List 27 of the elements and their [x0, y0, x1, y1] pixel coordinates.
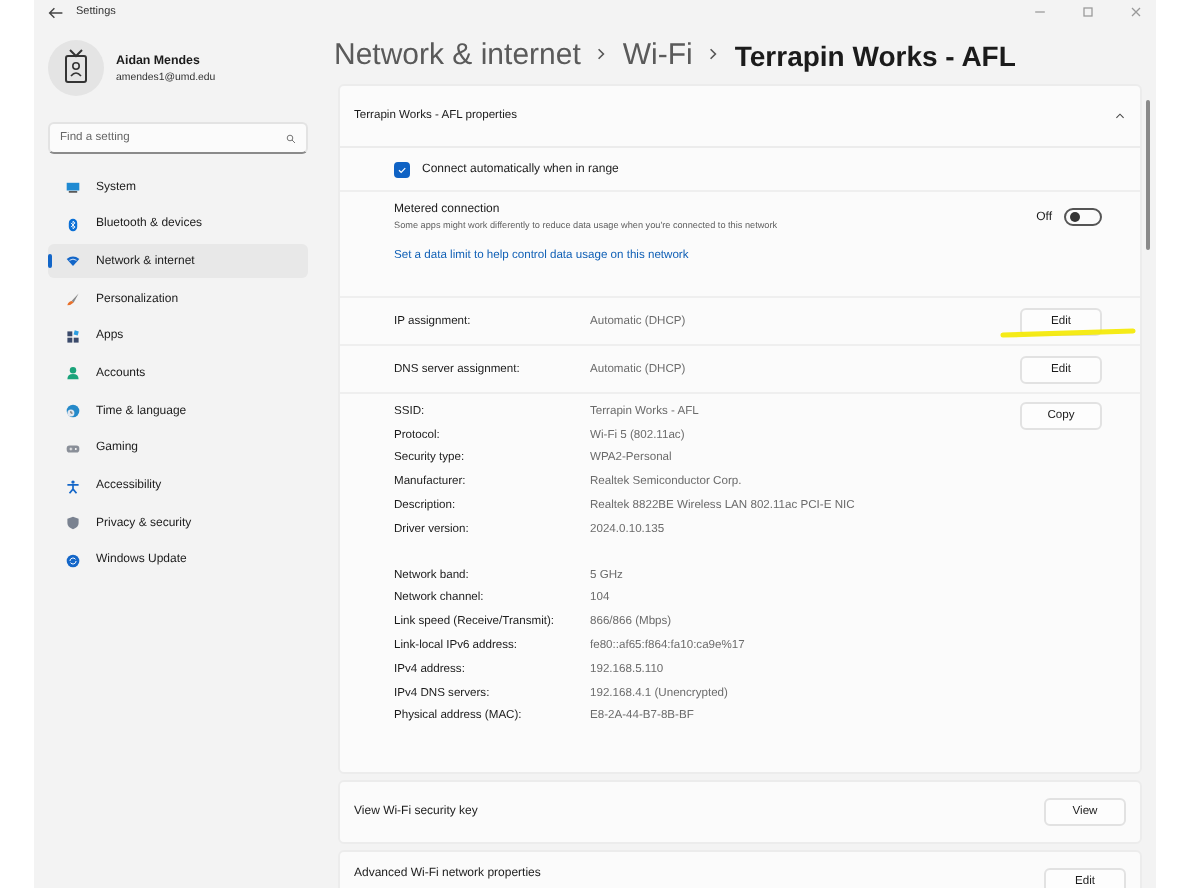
breadcrumb-link[interactable]: Network & internet — [334, 37, 581, 71]
wifi-icon — [66, 254, 80, 269]
avatar-icon — [48, 40, 104, 96]
chevron-up-icon — [1114, 112, 1126, 120]
page-title: Terrapin Works - AFL — [734, 38, 1016, 76]
globe-clock-icon — [66, 404, 80, 419]
search-icon — [286, 133, 296, 143]
person-icon — [66, 366, 80, 381]
scrollbar[interactable] — [1146, 100, 1149, 250]
back-arrow-icon[interactable] — [48, 5, 64, 19]
bluetooth-icon — [66, 217, 80, 232]
chevron-right-icon — [708, 46, 719, 62]
selection-indicator — [48, 254, 52, 269]
shield-icon — [66, 516, 80, 531]
chevron-right-icon — [596, 46, 607, 62]
accessibility-icon — [66, 479, 80, 493]
brush-icon — [66, 292, 80, 307]
update-icon — [66, 553, 80, 568]
close-icon[interactable] — [1128, 4, 1144, 20]
breadcrumb-link[interactable]: Wi-Fi — [622, 37, 693, 71]
highlighter-mark — [1000, 328, 1136, 338]
gamepad-icon — [66, 441, 80, 456]
monitor-icon — [66, 180, 80, 194]
toggle-switch[interactable] — [1064, 208, 1102, 226]
maximize-icon[interactable] — [1080, 4, 1096, 20]
apps-icon — [66, 329, 80, 344]
checkbox[interactable] — [394, 161, 410, 177]
